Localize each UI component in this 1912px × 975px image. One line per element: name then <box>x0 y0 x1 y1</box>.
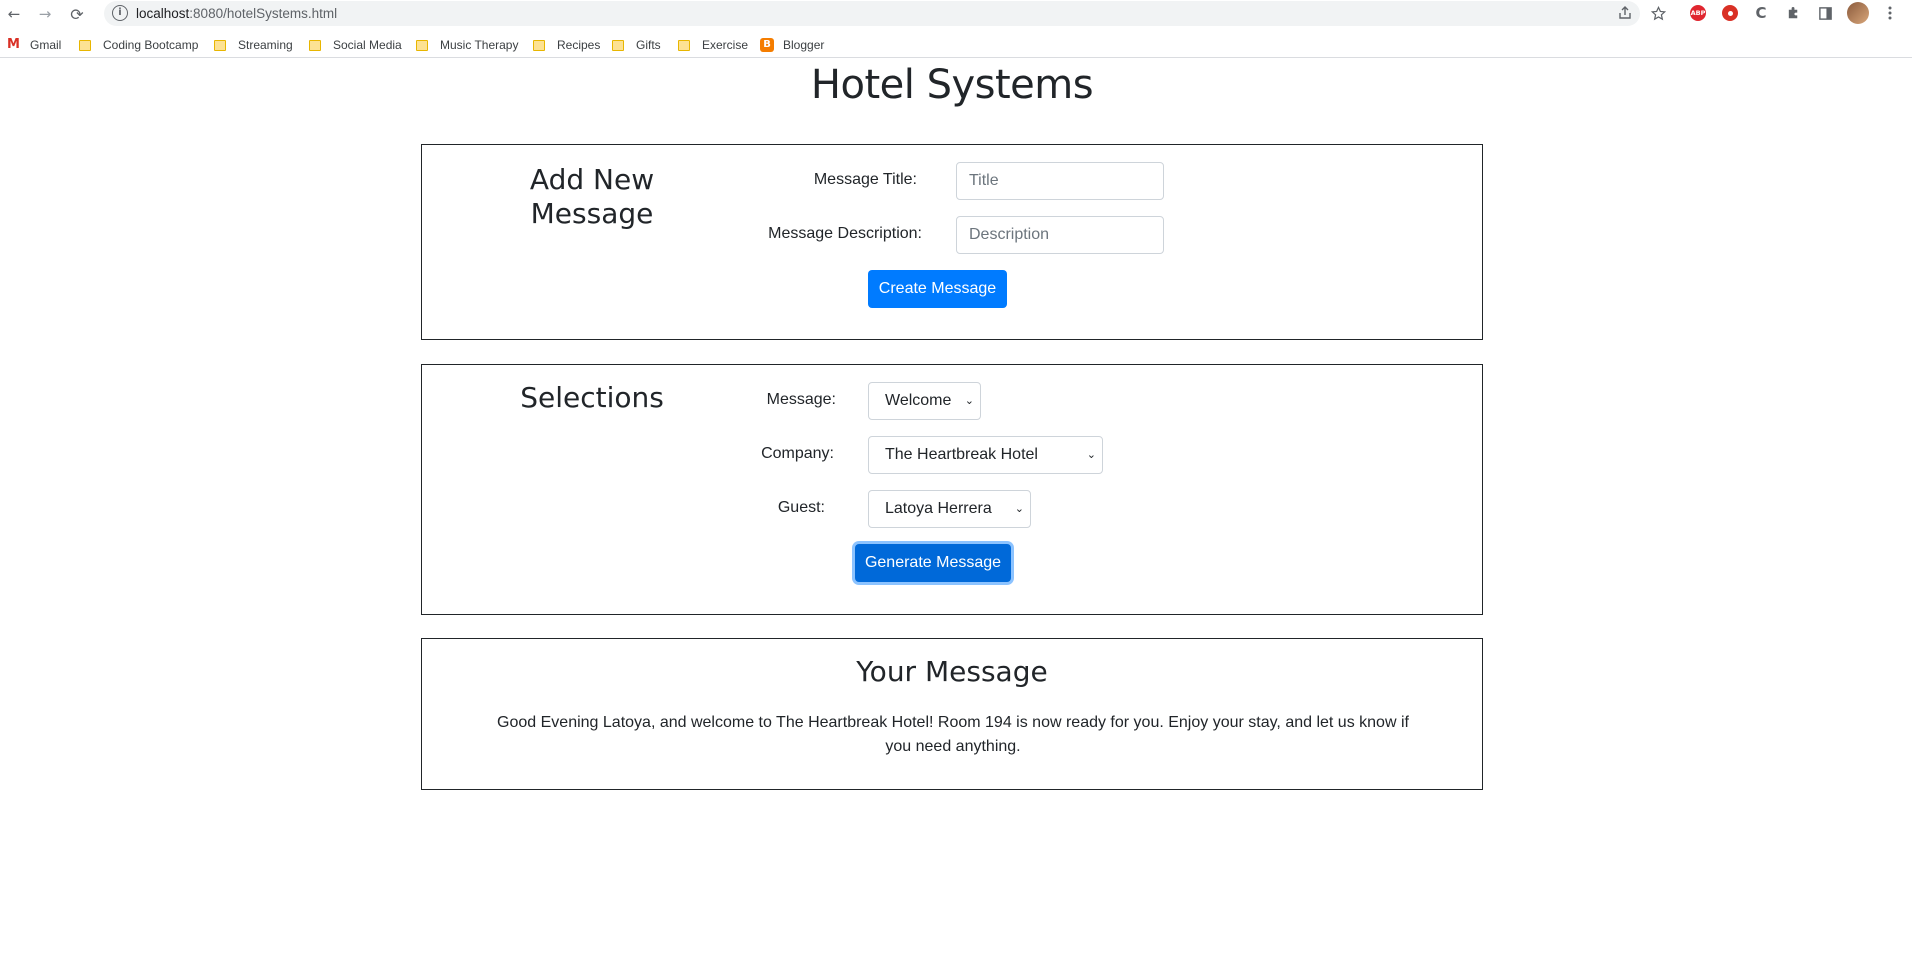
bookmark-label: Recipes <box>557 38 601 52</box>
reload-icon[interactable]: ⟳ <box>67 4 87 24</box>
url-path: :8080/hotelSystems.html <box>189 6 338 21</box>
company-select[interactable]: The Heartbreak Hotel ⌄ <box>868 436 1103 474</box>
folder-icon <box>309 39 321 51</box>
site-info-icon[interactable]: i <box>112 5 128 21</box>
company-select-value: The Heartbreak Hotel <box>885 446 1038 463</box>
folder-icon <box>612 39 624 51</box>
add-message-heading: Add New Message <box>529 163 655 230</box>
chevron-down-icon: ⌄ <box>964 394 974 407</box>
forward-icon[interactable]: → <box>35 4 55 24</box>
bookmark-gmail[interactable]: Gmail <box>7 37 61 53</box>
folder-icon <box>678 39 690 51</box>
message-description-label: Message Description: <box>768 225 922 242</box>
puzzle-extensions-icon[interactable] <box>1783 3 1803 23</box>
message-select-label: Message: <box>766 391 836 408</box>
folder-icon <box>416 39 428 51</box>
message-description-input[interactable]: Description <box>956 216 1164 254</box>
bookmark-label: Gifts <box>636 38 661 52</box>
message-title-input[interactable]: Title <box>956 162 1164 200</box>
create-message-button[interactable]: Create Message <box>868 270 1007 308</box>
message-title-label: Message Title: <box>813 171 917 188</box>
bookmark-label: Coding Bootcamp <box>103 38 199 52</box>
bookmark-label: Streaming <box>238 38 293 52</box>
bookmark-coding-bootcamp[interactable]: Coding Bootcamp <box>79 37 198 53</box>
your-message-heading: Your Message <box>856 655 1048 688</box>
message-select[interactable]: Welcome ⌄ <box>868 382 981 420</box>
message-select-value: Welcome <box>885 392 952 409</box>
blogger-icon: B <box>760 38 774 52</box>
page-title: Hotel Systems <box>810 62 1094 108</box>
url-host: localhost <box>136 6 190 21</box>
add-message-panel: Add New Message Message Title: Title Mes… <box>421 144 1483 340</box>
bookmark-label: Gmail <box>30 38 62 52</box>
bookmark-music-therapy[interactable]: Music Therapy <box>416 37 518 53</box>
share-icon[interactable] <box>1615 3 1635 23</box>
chevron-down-icon: ⌄ <box>1014 502 1024 515</box>
address-bar[interactable]: i localhost:8080/hotelSystems.html <box>104 1 1640 26</box>
company-select-label: Company: <box>761 445 834 462</box>
gmail-icon <box>7 37 21 52</box>
browser-toolbar: ← → ⟳ i localhost:8080/hotelSystems.html… <box>0 0 1912 28</box>
guest-select-value: Latoya Herrera <box>885 500 992 517</box>
bookmark-recipes[interactable]: Recipes <box>533 37 600 53</box>
back-icon[interactable]: ← <box>4 4 24 24</box>
guest-select[interactable]: Latoya Herrera ⌄ <box>868 490 1031 528</box>
extension-c-icon[interactable]: C <box>1751 3 1771 23</box>
adblock-extension-icon[interactable]: ABP <box>1690 5 1706 21</box>
bookmark-label: Blogger <box>783 38 825 52</box>
guest-select-label: Guest: <box>777 499 825 516</box>
bookmark-gifts[interactable]: Gifts <box>612 37 661 53</box>
selections-heading: Selections <box>520 381 664 414</box>
folder-icon <box>533 39 545 51</box>
bookmark-exercise[interactable]: Exercise <box>678 37 748 53</box>
bookmark-label: Exercise <box>702 38 749 52</box>
url-text[interactable]: localhost:8080/hotelSystems.html <box>136 6 337 21</box>
selections-panel: Selections Message: Welcome ⌄ Company: T… <box>421 364 1483 615</box>
star-bookmark-icon[interactable] <box>1648 3 1668 23</box>
bookmark-social-media[interactable]: Social Media <box>309 37 402 53</box>
folder-icon <box>79 39 91 51</box>
side-panel-icon[interactable] <box>1815 3 1835 23</box>
generate-message-button[interactable]: Generate Message <box>855 544 1011 582</box>
chevron-down-icon: ⌄ <box>1086 448 1096 461</box>
bookmark-streaming[interactable]: Streaming <box>214 37 293 53</box>
bookmark-blogger[interactable]: B Blogger <box>760 37 824 53</box>
record-extension-icon[interactable] <box>1722 5 1738 21</box>
your-message-panel: Your Message Good Evening Latoya, and we… <box>421 638 1483 790</box>
bookmark-label: Music Therapy <box>440 38 519 52</box>
generated-message-text: Good Evening Latoya, and welcome to The … <box>497 714 1409 755</box>
bookmarks-bar: Gmail Coding Bootcamp Streaming Social M… <box>0 32 1912 58</box>
folder-icon <box>214 39 226 51</box>
profile-avatar[interactable] <box>1847 2 1869 24</box>
bookmark-label: Social Media <box>333 38 402 52</box>
more-menu-icon[interactable] <box>1880 3 1900 23</box>
